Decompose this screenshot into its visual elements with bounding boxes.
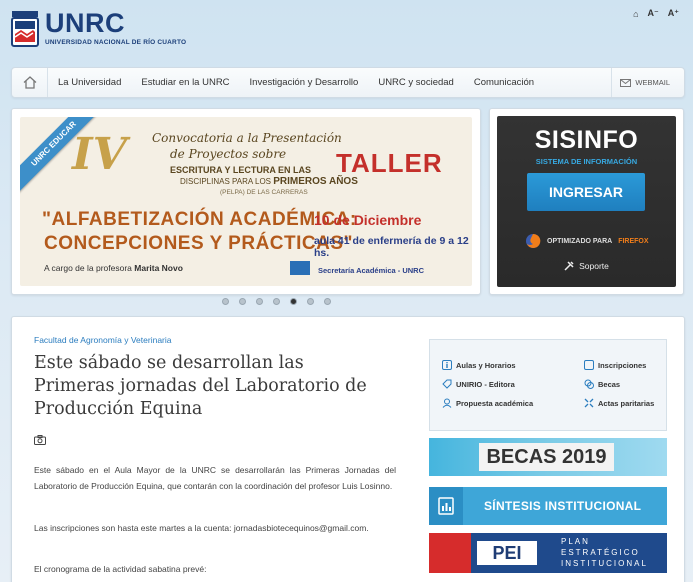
report-icon — [429, 487, 463, 525]
quick-link-label: Becas — [598, 379, 621, 389]
optimized-browser: FIREFOX — [618, 237, 649, 245]
slide-title2: CONCEPCIONES Y PRÁCTICAS" — [44, 233, 354, 254]
nav-item-investigacion[interactable]: Investigación y Desarrollo — [240, 77, 369, 88]
plan-text: PLAN ESTRATÉGICO INSTITUCIONAL — [561, 536, 648, 569]
sisinfo-subtitle: SISTEMA DE INFORMACIÓN — [535, 157, 638, 166]
slide-roman-numeral: IV — [72, 129, 127, 180]
sintesis-banner[interactable]: SÍNTESIS INSTITUCIONAL — [429, 487, 667, 525]
slide-prof-name: Marita Novo — [134, 263, 183, 273]
sintesis-banner-text: SÍNTESIS INSTITUCIONAL — [484, 499, 642, 513]
slide-line4: DISCIPLINAS PARA LOS PRIMEROS AÑOS — [180, 176, 358, 187]
main-nav: La Universidad Estudiar en la UNRC Inves… — [11, 67, 685, 98]
news-slider[interactable]: UNRC EDUCAR IV Convocatoria a la Present… — [11, 108, 481, 295]
optimized-label: OPTIMIZADO PARA — [547, 237, 613, 245]
slide-professor: A cargo de la profesora Marita Novo — [44, 263, 183, 273]
becas-banner-text: BECAS 2019 — [479, 443, 614, 471]
unrc-logo[interactable]: UNRC UNIVERSIDAD NACIONAL DE RÍO CUARTO — [11, 10, 186, 48]
slider-dot[interactable] — [239, 298, 246, 305]
quick-link-label: Propuesta académica — [456, 398, 534, 408]
slider-dot[interactable] — [222, 298, 229, 305]
article-paragraph-3: El cronograma de la actividad sabatina p… — [34, 564, 207, 574]
quick-link-propuesta[interactable]: Propuesta académica — [442, 398, 533, 408]
secretaria-logo-icon — [290, 261, 310, 275]
quick-link-actas[interactable]: Actas paritarias — [584, 398, 654, 408]
slide-prof-prefix: A cargo de la profesora — [44, 263, 132, 273]
webmail-link[interactable]: WEBMAIL — [611, 68, 670, 97]
support-link[interactable]: Soporte — [497, 261, 676, 271]
becas-banner[interactable]: BECAS 2019 — [429, 438, 667, 476]
article-paragraph-2: Las inscripciones son hasta este martes … — [34, 523, 369, 533]
pei-label: PEI — [477, 541, 537, 565]
quick-link-label: Actas paritarias — [598, 398, 655, 408]
article-category-link[interactable]: Facultad de Agronomía y Veterinaria — [34, 335, 172, 345]
quick-link-label: Aulas y Horarios — [456, 360, 516, 370]
expand-icon — [584, 398, 594, 408]
sisinfo-title: SISINFO — [534, 126, 639, 154]
article-paragraph-1: Este sábado en el Aula Mayor de la UNRC … — [34, 465, 396, 491]
sisinfo-panel: SISINFO SISTEMA DE INFORMACIÓN INGRESAR … — [489, 108, 684, 295]
quick-links-panel: Aulas y Horarios Inscripciones UNIRIO - … — [429, 339, 667, 431]
slide-line1: Convocatoria a la Presentación — [152, 131, 342, 145]
plan-line: ESTRATÉGICO — [561, 548, 640, 557]
pei-banner[interactable]: PEI PLAN ESTRATÉGICO INSTITUCIONAL — [429, 533, 667, 573]
slide-line2: de Proyectos sobre — [170, 147, 287, 161]
nav-item-sociedad[interactable]: UNRC y sociedad — [368, 77, 464, 88]
font-increase-button[interactable]: A⁺ — [668, 8, 679, 19]
slider-dot[interactable] — [324, 298, 331, 305]
shield-icon — [11, 11, 39, 47]
slide-date: 10 de Diciembre — [314, 212, 422, 228]
unrc-mini-logo-icon — [429, 533, 471, 573]
slider-dot[interactable] — [256, 298, 263, 305]
slider-dot[interactable] — [273, 298, 280, 305]
info-icon — [442, 360, 452, 370]
slider-dot-active[interactable] — [290, 298, 297, 305]
firefox-icon — [526, 233, 541, 248]
home-icon[interactable]: ⌂ — [633, 9, 638, 19]
slide-title1: "ALFABETIZACIÓN ACADÉMICA: — [42, 209, 357, 230]
slider-dots — [222, 298, 331, 305]
slide-place: aula 41 de enfermería de 9 a 12 hs. — [314, 235, 469, 259]
slide-line3: ESCRITURA Y LECTURA EN LAS — [170, 165, 312, 175]
person-icon — [442, 398, 452, 408]
firefox-note: OPTIMIZADO PARA FIREFOX — [525, 233, 649, 249]
quick-link-becas[interactable]: Becas — [584, 379, 620, 389]
home-icon — [23, 76, 36, 89]
brand-name: UNRC — [45, 8, 125, 38]
coins-icon — [584, 379, 594, 389]
quick-link-label: Inscripciones — [598, 360, 647, 370]
slide-taller-label: TALLER — [336, 148, 443, 178]
slide-line4-prefix: DISCIPLINAS PARA LOS — [180, 177, 271, 186]
header-tools: ⌂ A⁻ A⁺ — [633, 8, 679, 19]
slider-dot[interactable] — [307, 298, 314, 305]
camera-icon[interactable] — [34, 435, 46, 445]
plan-line: PLAN — [561, 537, 590, 546]
quick-link-aulas[interactable]: Aulas y Horarios — [442, 360, 516, 370]
checkbox-icon — [584, 360, 594, 370]
article-title[interactable]: Este sábado se desarrollan las Primeras … — [34, 352, 384, 421]
quick-link-label: UNIRIO - Editora — [456, 379, 515, 389]
nav-item-estudiar[interactable]: Estudiar en la UNRC — [131, 77, 239, 88]
quick-link-inscripciones[interactable]: Inscripciones — [584, 360, 646, 370]
plan-line: INSTITUCIONAL — [561, 559, 648, 568]
support-label: Soporte — [579, 261, 609, 271]
nav-home-button[interactable] — [12, 68, 48, 97]
nav-item-comunicacion[interactable]: Comunicación — [464, 77, 544, 88]
brand-subtitle: UNIVERSIDAD NACIONAL DE RÍO CUARTO — [45, 39, 187, 46]
font-decrease-button[interactable]: A⁻ — [648, 8, 659, 19]
mail-icon — [620, 78, 632, 87]
slide-line5: (PELPA) DE LAS CARRERAS — [220, 189, 308, 196]
main-content: Facultad de Agronomía y Veterinaria Este… — [11, 316, 685, 582]
webmail-label: WEBMAIL — [635, 78, 670, 87]
sisinfo-login-button[interactable]: INGRESAR — [527, 173, 645, 211]
tools-icon — [564, 261, 574, 271]
slide-taller[interactable]: UNRC EDUCAR IV Convocatoria a la Present… — [20, 117, 472, 286]
slide-secretaria: Secretaría Académica - UNRC — [318, 266, 425, 275]
nav-item-universidad[interactable]: La Universidad — [48, 77, 131, 88]
tag-icon — [442, 379, 452, 389]
quick-link-unirio[interactable]: UNIRIO - Editora — [442, 379, 515, 389]
